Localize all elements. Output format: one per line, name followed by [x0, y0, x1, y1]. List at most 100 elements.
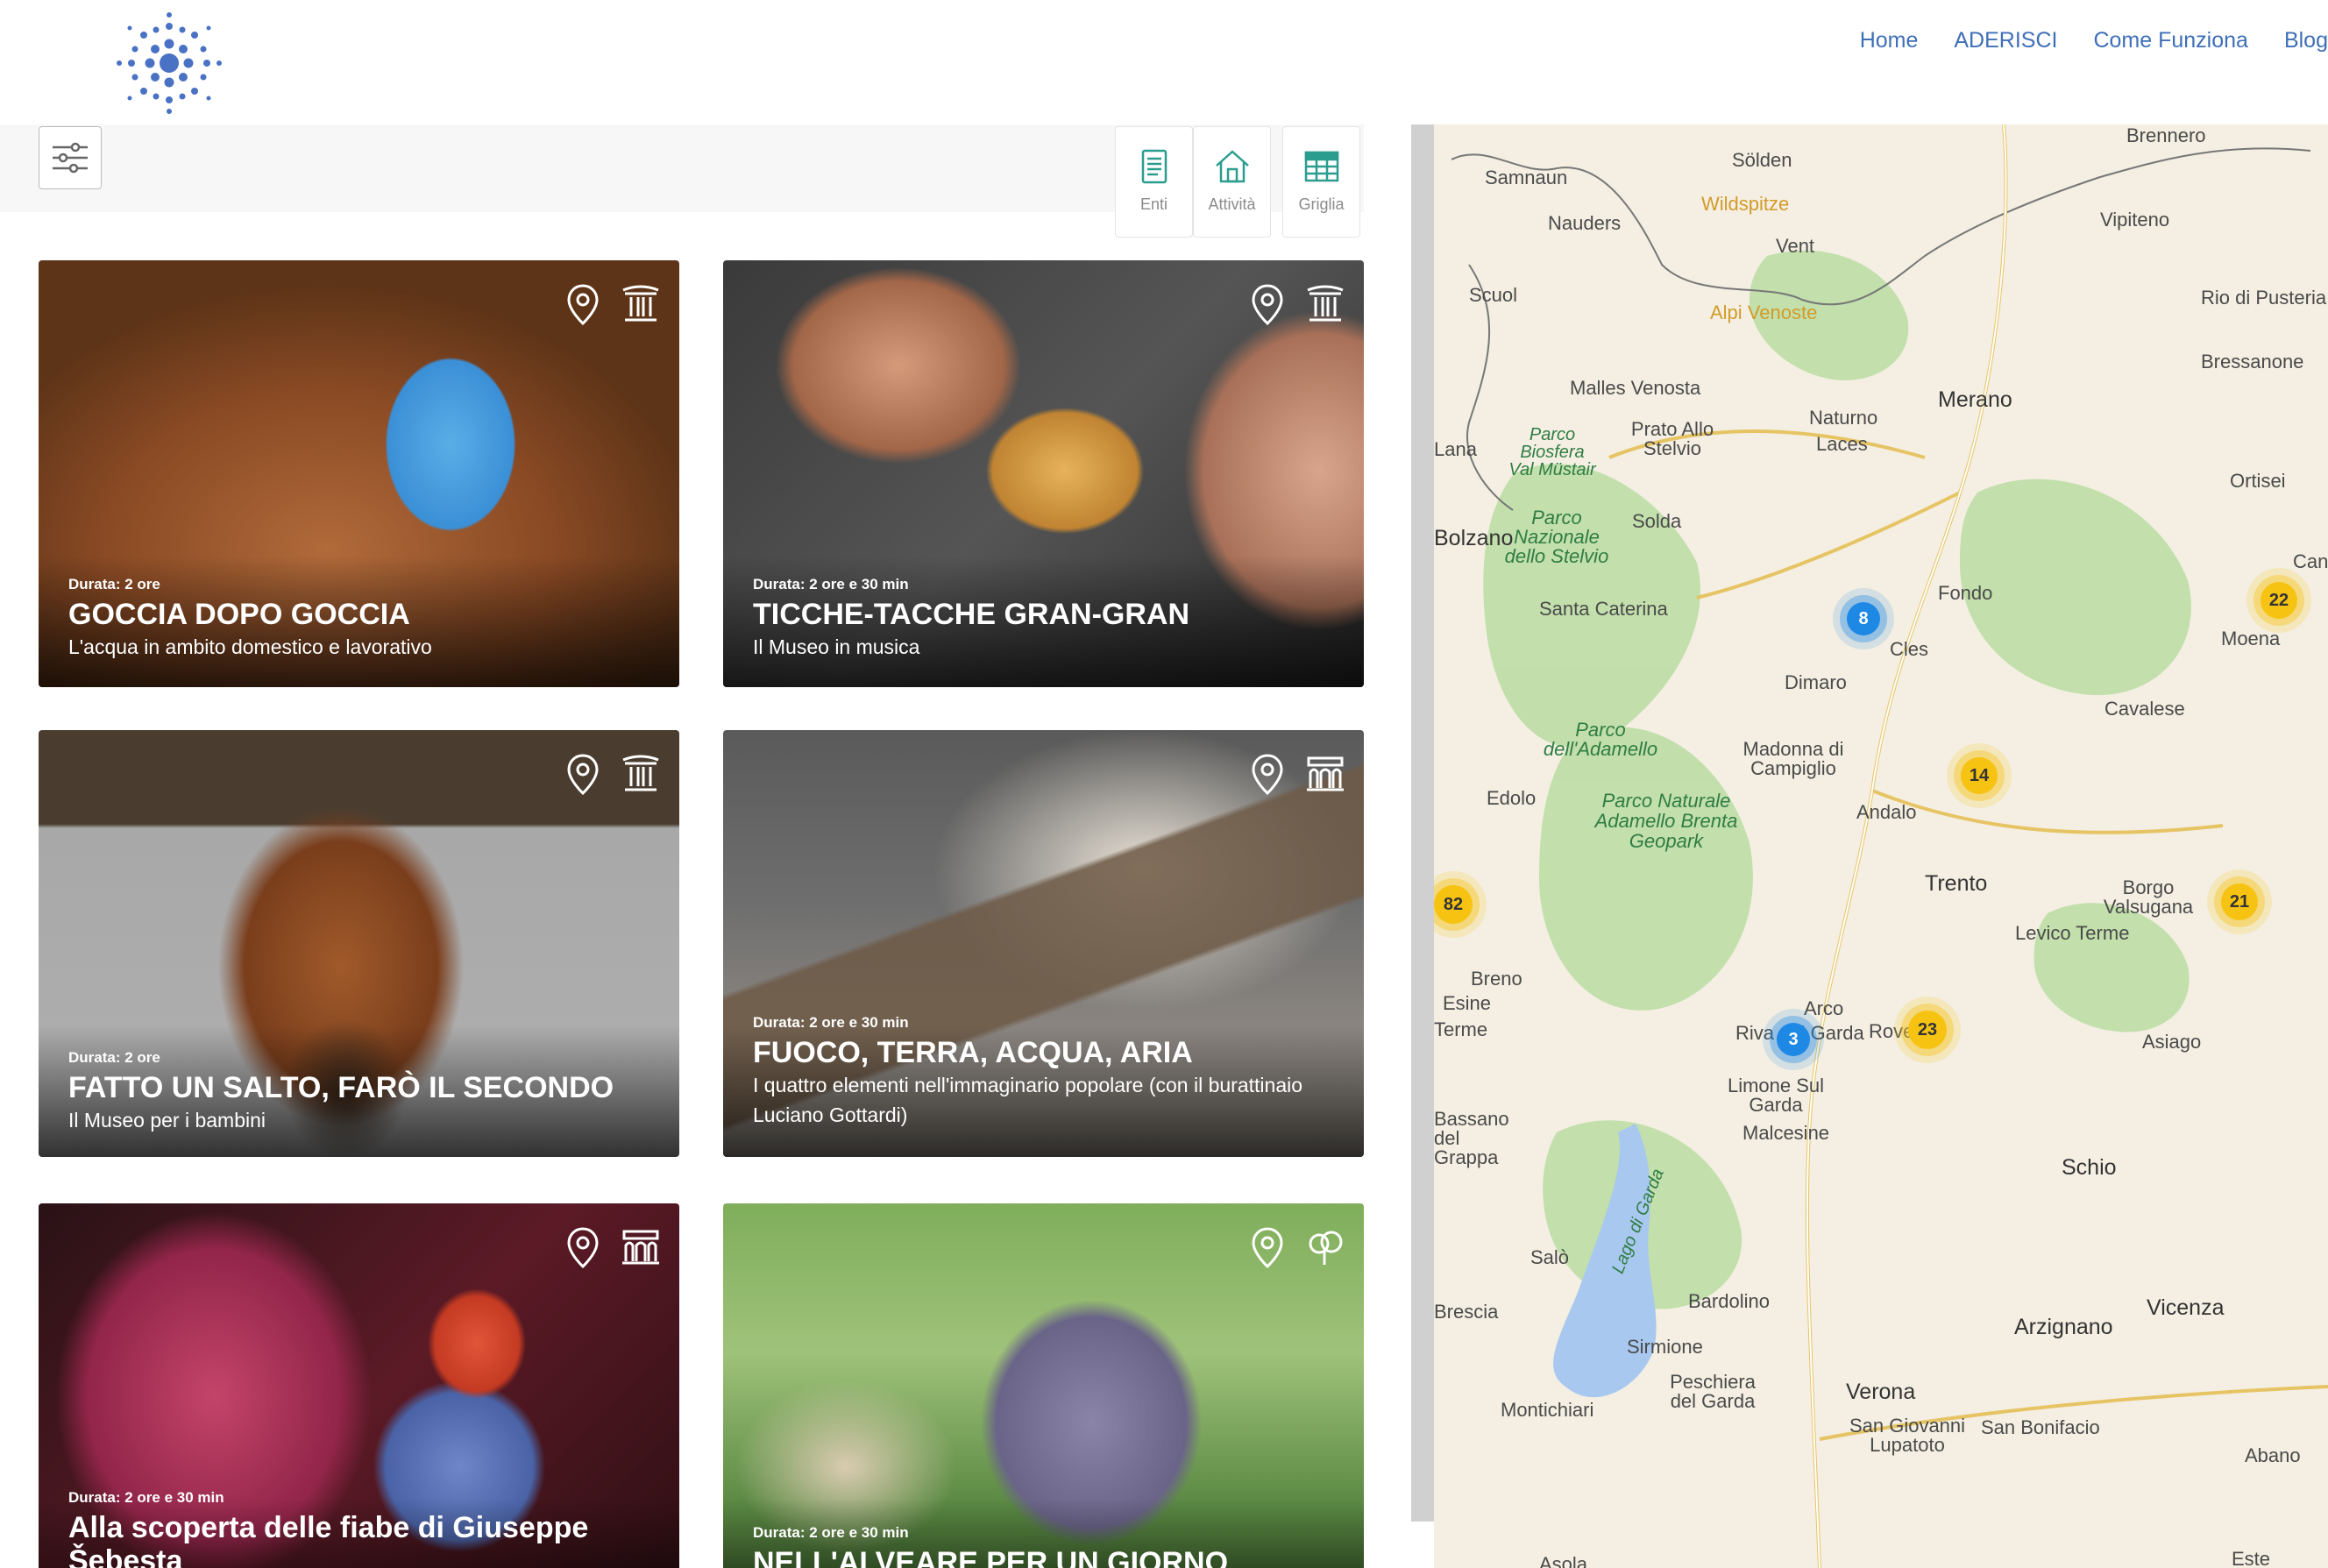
page: Home ADERISCI Come Funziona Blog Enti At… — [0, 0, 2328, 1568]
map-label: Scuol — [1469, 284, 1518, 306]
activity-card[interactable]: Durata: 2 ore e 30 min FUOCO, TERRA, ACQ… — [723, 730, 1364, 1157]
map-label: Verona — [1846, 1380, 1916, 1404]
map-cluster-marker[interactable]: 3 — [1777, 1023, 1810, 1056]
map-label: Fondo — [1938, 582, 1993, 604]
card-duration: Durata: 2 ore — [68, 576, 160, 592]
historic-building-icon — [622, 1230, 659, 1265]
activity-card[interactable]: Durata: 2 ore e 30 min TICCHE-TACCHE GRA… — [723, 260, 1364, 687]
view-enti-button[interactable]: Enti — [1115, 126, 1193, 238]
map-label: Terme — [1434, 1018, 1488, 1040]
map-label: Montichiari — [1501, 1399, 1594, 1421]
map-label: Trento — [1925, 871, 1988, 896]
map-cluster-marker[interactable]: 82 — [1434, 885, 1473, 924]
map-cluster-marker[interactable]: 23 — [1908, 1011, 1947, 1049]
card-duration: Durata: 2 ore e 30 min — [753, 576, 909, 592]
map-label: San Giovanni Lupatoto — [1849, 1415, 1966, 1456]
map-label: Brennero — [2126, 124, 2206, 146]
map-label: Asiago — [2142, 1031, 2202, 1053]
map-pin-icon[interactable] — [1249, 753, 1286, 797]
map-label: Naturno — [1809, 407, 1878, 429]
map-pin-icon[interactable] — [564, 283, 601, 327]
card-duration: Durata: 2 ore e 30 min — [753, 1014, 909, 1031]
view-enti-label: Enti — [1139, 195, 1168, 213]
view-attivita-button[interactable]: Attività — [1193, 126, 1271, 238]
card-duration: Durata: 2 ore e 30 min — [68, 1489, 224, 1506]
map-pin-icon[interactable] — [1249, 283, 1286, 327]
map-cluster-marker[interactable]: 8 — [1847, 602, 1880, 635]
map-label: Sirmione — [1627, 1336, 1703, 1358]
home-icon — [1215, 150, 1249, 183]
map-label: Parco Naturale Adamello Brenta Geopark — [1594, 790, 1738, 852]
map-label: Brescia — [1434, 1301, 1499, 1323]
map-label: Madonna di Campiglio — [1742, 738, 1844, 779]
card-title: FUOCO, TERRA, ACQUA, ARIA — [753, 1036, 1193, 1069]
header: Home ADERISCI Come Funziona Blog — [0, 0, 2328, 124]
map-label: Bressanone — [2201, 351, 2304, 372]
view-griglia-button[interactable]: Griglia — [1282, 126, 1360, 238]
map-label: Bardolino — [1688, 1290, 1770, 1312]
map-label: Vipiteno — [2100, 209, 2170, 231]
map-label: Parco Nazionale dello Stelvio — [1504, 507, 1609, 567]
map-label: Borgo Valsugana — [2103, 876, 2194, 918]
card-title: TICCHE-TACCHE GRAN-GRAN — [753, 598, 1189, 631]
map-label: Malcesine — [1742, 1122, 1830, 1144]
activity-card[interactable]: Durata: 2 ore e 30 min Alla scoperta del… — [39, 1203, 679, 1568]
card-title: FATTO UN SALTO, FARÒ IL SECONDO — [68, 1071, 614, 1104]
scrollbar[interactable] — [1411, 124, 1434, 1522]
card-subtitle: I quattro elementi nell'immaginario popo… — [753, 1074, 1303, 1126]
map-pin-icon[interactable] — [1249, 1226, 1286, 1270]
activity-card[interactable]: Durata: 2 ore FATTO UN SALTO, FARÒ IL SE… — [39, 730, 679, 1157]
map-label: Arco — [1804, 997, 1844, 1019]
view-attivita-label: Attività — [1208, 195, 1256, 213]
grid-table-icon — [1304, 151, 1338, 182]
map-label: Solda — [1632, 510, 1682, 532]
main-nav: Home ADERISCI Come Funziona Blog — [1860, 25, 2328, 56]
map-label: Cavalese — [2104, 698, 2185, 720]
map-label: Parco dell'Adamello — [1543, 719, 1658, 760]
map-pin-icon[interactable] — [564, 1226, 601, 1270]
map-label: Salò — [1530, 1246, 1570, 1268]
map-label: Rio di Pusteria — [2201, 287, 2327, 309]
map[interactable]: Samnaun Nauders Sölden Vent Vipiteno Bre… — [1434, 124, 2328, 1568]
map-label: Wildspitze — [1701, 193, 1790, 215]
map-label: Esine — [1443, 992, 1492, 1014]
document-icon — [1141, 149, 1167, 184]
map-cluster-marker[interactable]: 14 — [1961, 757, 1998, 794]
map-pin-icon[interactable] — [564, 753, 601, 797]
map-label: Canazei — [2293, 550, 2328, 572]
map-label: Cles — [1890, 638, 1929, 660]
map-cluster-marker[interactable]: 22 — [2261, 582, 2297, 619]
map-label: Abano — [2245, 1444, 2301, 1466]
tree-icon — [1309, 1231, 1343, 1265]
map-label: Samnaun — [1485, 167, 1568, 188]
map-label: Merano — [1938, 387, 2012, 412]
map-label: Andalo — [1856, 801, 1917, 823]
map-label: Dimaro — [1785, 671, 1847, 693]
museum-column-icon — [1307, 285, 1344, 322]
nav-blog-link[interactable]: Blog — [2284, 25, 2328, 56]
activity-card[interactable]: Durata: 2 ore GOCCIA DOPO GOCCIA L'acqua… — [39, 260, 679, 687]
map-background — [1451, 124, 2328, 1568]
nav-come-funziona-link[interactable]: Come Funziona — [2093, 25, 2247, 56]
card-subtitle: L'acqua in ambito domestico e lavorativo — [68, 635, 432, 658]
map-label: Peschiera del Garda — [1670, 1371, 1756, 1412]
map-label: Vent — [1776, 235, 1815, 257]
logo-icon[interactable] — [112, 12, 226, 114]
map-label: Prato Allo Stelvio — [1630, 418, 1714, 459]
filter-button[interactable] — [39, 126, 102, 189]
nav-home-link[interactable]: Home — [1860, 25, 1919, 56]
map-label: Ortisei — [2230, 470, 2286, 492]
map-label: Malles Venosta — [1570, 377, 1701, 399]
card-duration: Durata: 2 ore — [68, 1049, 160, 1066]
map-label: Breno — [1471, 968, 1522, 990]
map-cluster-marker[interactable]: 21 — [2221, 883, 2258, 920]
map-label: Arzignano — [2014, 1315, 2113, 1339]
card-title: NELL'ALVEARE PER UN GIORNO — [753, 1546, 1229, 1568]
activity-card[interactable]: Durata: 2 ore e 30 min NELL'ALVEARE PER … — [723, 1203, 1364, 1568]
map-label: Alpi Venoste — [1710, 302, 1818, 323]
nav-aderisci-link[interactable]: ADERISCI — [1954, 25, 2057, 56]
map-label: Limone Sul Garda — [1727, 1075, 1825, 1116]
map-label: Vicenza — [2147, 1295, 2225, 1320]
map-label: Laces — [1816, 433, 1868, 455]
map-label: Schio — [2062, 1155, 2117, 1180]
